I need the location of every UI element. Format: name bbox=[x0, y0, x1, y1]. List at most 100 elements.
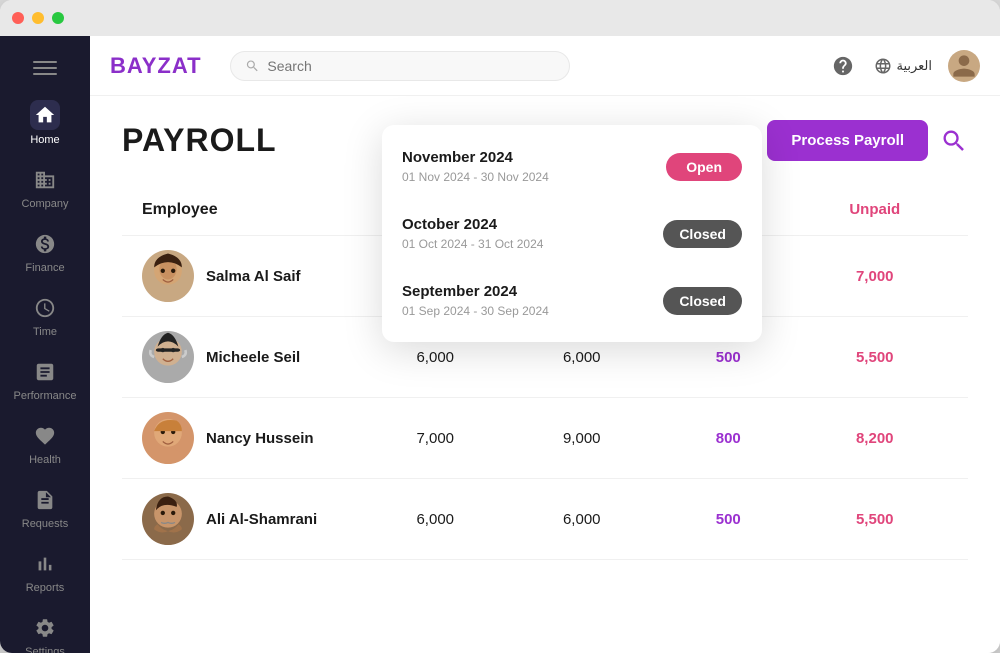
october-closed-badge: Closed bbox=[663, 220, 742, 248]
health-icon bbox=[34, 425, 56, 447]
titlebar bbox=[0, 0, 1000, 36]
finance-icon-wrap bbox=[31, 230, 59, 258]
sidebar-item-performance-label: Performance bbox=[14, 390, 77, 402]
requests-icon bbox=[34, 489, 56, 511]
september-closed-badge: Closed bbox=[663, 287, 742, 315]
page-content: PAYROLL Process Payroll bbox=[90, 96, 1000, 653]
sidebar-item-requests[interactable]: Requests bbox=[0, 478, 90, 538]
cell-val: 6,000 bbox=[362, 511, 509, 528]
sidebar-item-reports-label: Reports bbox=[26, 582, 65, 594]
employee-cell: Ali Al-Shamrani bbox=[142, 493, 362, 545]
menu-toggle[interactable] bbox=[0, 48, 90, 88]
search-input[interactable] bbox=[267, 58, 554, 74]
sidebar-item-health-label: Health bbox=[29, 454, 61, 466]
sidebar-item-finance-label: Finance bbox=[25, 262, 64, 274]
table-row[interactable]: Nancy Hussein 7,000 9,000 800 8,200 bbox=[122, 398, 968, 479]
sidebar-item-performance[interactable]: Performance bbox=[0, 350, 90, 410]
app-logo: BAYZAT bbox=[110, 53, 202, 79]
header-right: العربية bbox=[828, 50, 980, 82]
sidebar-item-finance[interactable]: Finance bbox=[0, 222, 90, 282]
employee-avatar bbox=[142, 331, 194, 383]
language-selector[interactable]: العربية bbox=[874, 57, 932, 75]
gear-icon bbox=[34, 617, 56, 639]
cell-highlight: 500 bbox=[655, 349, 802, 366]
open-badge: Open bbox=[666, 153, 742, 181]
process-payroll-button[interactable]: Process Payroll bbox=[767, 120, 928, 161]
cell-val: 6,000 bbox=[509, 349, 656, 366]
sidebar-item-reports[interactable]: Reports bbox=[0, 542, 90, 602]
sidebar-item-health[interactable]: Health bbox=[0, 414, 90, 474]
november-period: November 2024 bbox=[402, 149, 549, 166]
settings-icon-wrap bbox=[31, 614, 59, 642]
app-header: BAYZAT bbox=[90, 36, 1000, 96]
sidebar-item-home[interactable]: Home bbox=[0, 92, 90, 154]
time-icon-wrap bbox=[31, 294, 59, 322]
sidebar-item-requests-label: Requests bbox=[22, 518, 68, 530]
page-title: PAYROLL bbox=[122, 122, 277, 159]
dropdown-item-november[interactable]: November 2024 01 Nov 2024 - 30 Nov 2024 … bbox=[382, 133, 762, 200]
cell-highlight: 800 bbox=[655, 430, 802, 447]
globe-icon bbox=[874, 57, 892, 75]
requests-icon-wrap bbox=[31, 486, 59, 514]
cell-unpaid: 8,200 bbox=[802, 430, 949, 447]
sidebar-item-settings-label: Settings bbox=[25, 646, 65, 653]
hamburger-icon bbox=[33, 58, 57, 78]
reports-icon-wrap bbox=[31, 550, 59, 578]
employee-avatar bbox=[142, 250, 194, 302]
employee-avatar bbox=[142, 412, 194, 464]
avatar-svg bbox=[142, 493, 194, 545]
cell-val: 6,000 bbox=[509, 511, 656, 528]
employee-cell: Micheele Seil bbox=[142, 331, 362, 383]
cell-unpaid: 5,500 bbox=[802, 511, 949, 528]
cell-unpaid: 5,500 bbox=[802, 349, 949, 366]
cell-val: 6,000 bbox=[362, 349, 509, 366]
september-period: September 2024 bbox=[402, 283, 549, 300]
page-search-button[interactable] bbox=[940, 127, 968, 155]
minimize-dot[interactable] bbox=[32, 12, 44, 24]
sidebar-item-time[interactable]: Time bbox=[0, 286, 90, 346]
reports-icon bbox=[34, 553, 56, 575]
cell-val: 7,000 bbox=[362, 430, 509, 447]
avatar-svg bbox=[142, 250, 194, 302]
maximize-dot[interactable] bbox=[52, 12, 64, 24]
sidebar: Home Company Finance bbox=[0, 36, 90, 653]
question-icon bbox=[832, 55, 854, 77]
main-content: BAYZAT bbox=[90, 36, 1000, 653]
app-window: Home Company Finance bbox=[0, 0, 1000, 653]
table-row[interactable]: Ali Al-Shamrani 6,000 6,000 500 5,500 bbox=[122, 479, 968, 560]
employee-name: Ali Al-Shamrani bbox=[206, 511, 317, 528]
search-icon bbox=[245, 58, 260, 74]
performance-icon bbox=[34, 361, 56, 383]
close-dot[interactable] bbox=[12, 12, 24, 24]
col-unpaid: Unpaid bbox=[802, 201, 949, 219]
search-bar[interactable] bbox=[230, 51, 570, 81]
payroll-table: November 2024 01 Nov 2024 - 30 Nov 2024 … bbox=[122, 185, 968, 560]
avatar-svg bbox=[142, 412, 194, 464]
cell-unpaid: 7,000 bbox=[802, 268, 949, 285]
cell-val: 9,000 bbox=[509, 430, 656, 447]
employee-cell: Nancy Hussein bbox=[142, 412, 362, 464]
november-dates: 01 Nov 2024 - 30 Nov 2024 bbox=[402, 170, 549, 184]
cell-highlight: 500 bbox=[655, 511, 802, 528]
dropdown-item-october[interactable]: October 2024 01 Oct 2024 - 31 Oct 2024 C… bbox=[382, 200, 762, 267]
employee-cell: Salma Al Saif bbox=[142, 250, 362, 302]
finance-icon bbox=[34, 233, 56, 255]
sidebar-item-settings[interactable]: Settings bbox=[0, 606, 90, 653]
page-search-icon bbox=[940, 127, 968, 155]
user-avatar[interactable] bbox=[948, 50, 980, 82]
avatar-svg bbox=[142, 331, 194, 383]
lang-label: العربية bbox=[896, 58, 932, 74]
building-icon bbox=[34, 169, 56, 191]
sidebar-item-time-label: Time bbox=[33, 326, 57, 338]
employee-name: Salma Al Saif bbox=[206, 268, 300, 285]
health-icon-wrap bbox=[31, 422, 59, 450]
sidebar-item-company-label: Company bbox=[21, 198, 68, 210]
help-icon[interactable] bbox=[828, 51, 858, 81]
dropdown-item-september[interactable]: September 2024 01 Sep 2024 - 30 Sep 2024… bbox=[382, 267, 762, 334]
sidebar-item-company[interactable]: Company bbox=[0, 158, 90, 218]
col-employee: Employee bbox=[142, 201, 362, 219]
period-dropdown[interactable]: November 2024 01 Nov 2024 - 30 Nov 2024 … bbox=[382, 125, 762, 342]
october-period: October 2024 bbox=[402, 216, 543, 233]
october-dates: 01 Oct 2024 - 31 Oct 2024 bbox=[402, 237, 543, 251]
employee-avatar bbox=[142, 493, 194, 545]
